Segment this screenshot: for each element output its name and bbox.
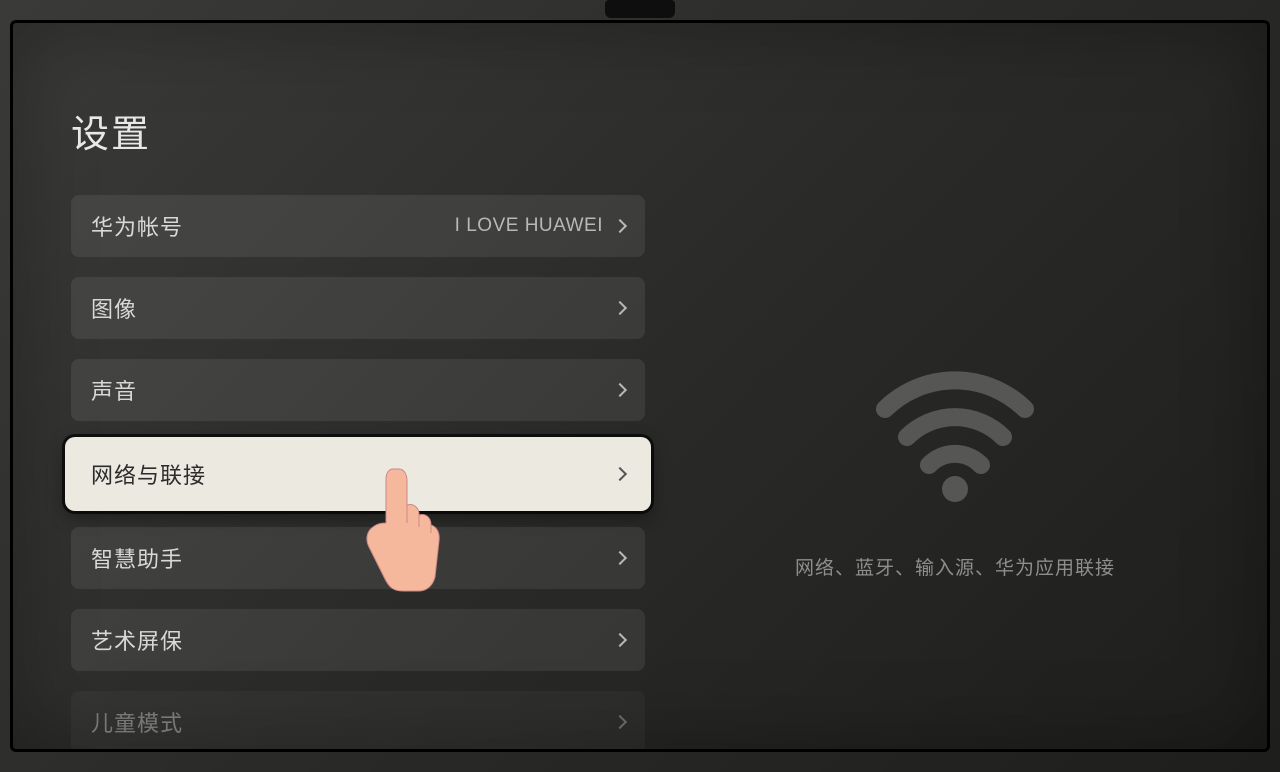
chevron-right-icon <box>613 715 627 729</box>
menu-item-label: 图像 <box>91 292 137 324</box>
detail-pane: 网络、蓝牙、输入源、华为应用联接 <box>703 203 1207 689</box>
menu-item-picture[interactable]: 图像 <box>71 277 645 339</box>
detail-description: 网络、蓝牙、输入源、华为应用联接 <box>795 553 1115 580</box>
wifi-icon <box>855 313 1055 513</box>
menu-item-label: 艺术屏保 <box>91 624 183 656</box>
chevron-right-icon <box>613 633 627 647</box>
menu-item-label: 华为帐号 <box>91 210 183 242</box>
settings-menu: 华为帐号 I LOVE HUAWEI 图像 声音 网络与联接 智慧助手 艺术屏保… <box>71 195 645 752</box>
tv-screen: 设置 华为帐号 I LOVE HUAWEI 图像 声音 网络与联接 智慧助手 艺… <box>10 20 1270 752</box>
chevron-right-icon <box>613 219 627 233</box>
chevron-right-icon <box>613 383 627 397</box>
menu-item-label: 声音 <box>91 374 137 406</box>
menu-item-value: I LOVE HUAWEI <box>455 215 603 237</box>
page-title: 设置 <box>71 103 151 158</box>
menu-item-art-screensaver[interactable]: 艺术屏保 <box>71 609 645 671</box>
camera-notch <box>605 0 675 18</box>
chevron-right-icon <box>613 467 627 481</box>
menu-item-child-mode[interactable]: 儿童模式 <box>71 691 645 752</box>
menu-item-smart-assistant[interactable]: 智慧助手 <box>71 527 645 589</box>
menu-item-network-connection[interactable]: 网络与联接 <box>65 437 651 511</box>
menu-item-label: 网络与联接 <box>91 458 206 490</box>
menu-item-sound[interactable]: 声音 <box>71 359 645 421</box>
chevron-right-icon <box>613 301 627 315</box>
chevron-right-icon <box>613 551 627 565</box>
menu-item-label: 智慧助手 <box>91 542 183 574</box>
menu-item-huawei-account[interactable]: 华为帐号 I LOVE HUAWEI <box>71 195 645 257</box>
menu-item-label: 儿童模式 <box>91 706 183 738</box>
